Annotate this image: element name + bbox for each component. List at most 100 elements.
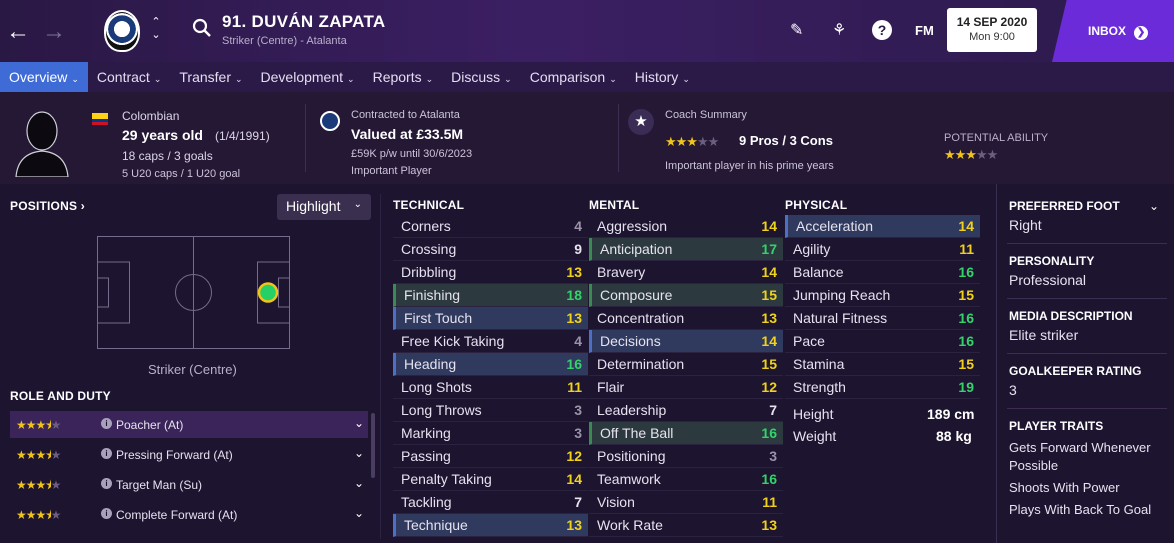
- attribute-row[interactable]: Heading 16: [393, 353, 588, 376]
- role-row[interactable]: ★★★⯨★ i Pressing Forward (At) ⌄: [10, 441, 368, 468]
- fm-menu-button[interactable]: FM: [915, 23, 934, 38]
- attribute-row[interactable]: Agility 11: [785, 238, 980, 261]
- attribute-row[interactable]: Acceleration 14: [785, 215, 980, 238]
- info-icon[interactable]: i: [101, 508, 112, 519]
- tab-discuss[interactable]: Discuss ⌄: [442, 62, 521, 92]
- attribute-row[interactable]: Natural Fitness 16: [785, 307, 980, 330]
- attribute-row[interactable]: Tackling 7: [393, 491, 588, 514]
- u20-caps: 5 U20 caps / 1 U20 goal: [122, 168, 241, 180]
- inbox-button[interactable]: INBOX ❯: [1052, 0, 1174, 62]
- attribute-row[interactable]: Leadership 7: [589, 399, 783, 422]
- tab-label: Transfer: [179, 69, 231, 85]
- attribute-row[interactable]: Decisions 14: [589, 330, 783, 353]
- divider: [1007, 243, 1167, 244]
- search-icon[interactable]: [192, 18, 212, 38]
- forward-arrow-icon[interactable]: →: [42, 18, 66, 46]
- trait-item: Shoots With Power: [1009, 480, 1120, 495]
- attribute-name: Flair: [597, 379, 625, 395]
- chevron-down-icon[interactable]: ⌄: [354, 416, 364, 430]
- club-badge-icon: [320, 111, 340, 131]
- attribute-row[interactable]: Aggression 14: [589, 215, 783, 238]
- globe-icon[interactable]: ⚘: [832, 20, 846, 40]
- attribute-row[interactable]: Anticipation 17: [589, 238, 783, 261]
- height-row: Height 189 cm: [793, 406, 974, 422]
- attribute-row[interactable]: Passing 12: [393, 445, 588, 468]
- role-name: Target Man (Su): [116, 478, 203, 492]
- attribute-row[interactable]: Stamina 15: [785, 353, 980, 376]
- attribute-row[interactable]: Vision 11: [589, 491, 783, 514]
- attribute-row[interactable]: Strength 19: [785, 376, 980, 399]
- chevron-down-icon[interactable]: ⌄: [354, 506, 364, 520]
- attribute-row[interactable]: Positioning 3: [589, 445, 783, 468]
- role-star-rating: ★★★⯨★: [16, 478, 61, 492]
- chevron-down-icon[interactable]: ⌄: [354, 476, 364, 490]
- attribute-row[interactable]: Long Shots 11: [393, 376, 588, 399]
- attribute-row[interactable]: Dribbling 13: [393, 261, 588, 284]
- tab-bar: Overview ⌄ Contract ⌄ Transfer ⌄ Development ⌄ R…: [0, 62, 1174, 92]
- attribute-row[interactable]: First Touch 13: [393, 307, 588, 330]
- tab-reports[interactable]: Reports ⌄: [364, 62, 443, 92]
- tab-overview[interactable]: Overview ⌄: [0, 62, 88, 92]
- attribute-row[interactable]: Determination 15: [589, 353, 783, 376]
- attribute-row[interactable]: Penalty Taking 14: [393, 468, 588, 491]
- roles-scrollbar[interactable]: [371, 413, 375, 478]
- club-crest-icon[interactable]: [104, 10, 140, 52]
- player-silhouette-icon: [15, 111, 69, 177]
- attribute-row[interactable]: Composure 15: [589, 284, 783, 307]
- attribute-row[interactable]: Technique 13: [393, 514, 588, 537]
- attribute-row[interactable]: Concentration 13: [589, 307, 783, 330]
- nationality[interactable]: Colombian: [122, 109, 179, 123]
- highlight-dropdown[interactable]: Highlight ⌄: [277, 194, 371, 220]
- attribute-row[interactable]: Flair 12: [589, 376, 783, 399]
- attribute-row[interactable]: Bravery 14: [589, 261, 783, 284]
- chevron-down-icon[interactable]: ⌄: [354, 446, 364, 460]
- star-icon: ★: [628, 109, 654, 135]
- attribute-row[interactable]: Balance 16: [785, 261, 980, 284]
- info-icon[interactable]: i: [101, 418, 112, 429]
- role-duty-title: ROLE AND DUTY: [10, 389, 111, 403]
- coach-summary-title: Coach Summary: [665, 109, 747, 121]
- attribute-row[interactable]: Long Throws 3: [393, 399, 588, 422]
- role-row[interactable]: ★★★⯨★ i Poacher (At) ⌄: [10, 411, 368, 438]
- date-box[interactable]: 14 SEP 2020 Mon 9:00: [947, 8, 1037, 52]
- mental-title: MENTAL: [589, 198, 640, 212]
- attribute-name: First Touch: [404, 310, 473, 326]
- player-position-club[interactable]: Striker (Centre) - Atalanta: [222, 35, 347, 47]
- role-row[interactable]: ★★★⯨★ i Complete Forward (At) ⌄: [10, 501, 368, 528]
- attribute-row[interactable]: Off The Ball 16: [589, 422, 783, 445]
- info-icon[interactable]: i: [101, 478, 112, 489]
- attribute-value: 3: [574, 402, 582, 418]
- pros-cons[interactable]: 9 Pros / 3 Cons: [739, 133, 833, 148]
- attribute-row[interactable]: Marking 3: [393, 422, 588, 445]
- attribute-value: 16: [958, 264, 974, 280]
- info-panel: PREFERRED FOOT ⌄ Right PERSONALITY Profe…: [996, 184, 1174, 543]
- striker-position-marker[interactable]: [257, 282, 279, 303]
- tab-contract[interactable]: Contract ⌄: [88, 62, 170, 92]
- attribute-row[interactable]: Jumping Reach 15: [785, 284, 980, 307]
- attribute-name: Technique: [404, 517, 468, 533]
- role-row[interactable]: ★★★⯨★ i Target Man (Su) ⌄: [10, 471, 368, 498]
- attribute-row[interactable]: Pace 16: [785, 330, 980, 353]
- attribute-row[interactable]: Teamwork 16: [589, 468, 783, 491]
- attribute-row[interactable]: Corners 4: [393, 215, 588, 238]
- back-arrow-icon[interactable]: ←: [6, 18, 30, 46]
- chevron-down-icon: ⌄: [609, 74, 617, 84]
- positions-title[interactable]: POSITIONS ›: [10, 199, 85, 213]
- prev-next-player-control[interactable]: ⌃ ⌄: [150, 16, 162, 42]
- info-icon[interactable]: i: [101, 448, 112, 459]
- chevron-down-icon[interactable]: ⌄: [1149, 199, 1159, 213]
- help-icon[interactable]: ?: [872, 20, 892, 40]
- tab-development[interactable]: Development ⌄: [252, 62, 364, 92]
- trait-item: Gets Forward Whenever: [1009, 440, 1151, 455]
- attribute-row[interactable]: Work Rate 13: [589, 514, 783, 537]
- tab-comparison[interactable]: Comparison ⌄: [521, 62, 626, 92]
- preferred-foot-value: Right: [1009, 217, 1042, 233]
- edit-pencil-icon[interactable]: ✎: [790, 20, 803, 40]
- tab-history[interactable]: History ⌄: [626, 62, 699, 92]
- height-value: 189 cm: [927, 406, 975, 422]
- tab-transfer[interactable]: Transfer ⌄: [170, 62, 251, 92]
- trait-item: Possible: [1009, 458, 1059, 473]
- attribute-row[interactable]: Finishing 18: [393, 284, 588, 307]
- attribute-row[interactable]: Crossing 9: [393, 238, 588, 261]
- attribute-row[interactable]: Free Kick Taking 4: [393, 330, 588, 353]
